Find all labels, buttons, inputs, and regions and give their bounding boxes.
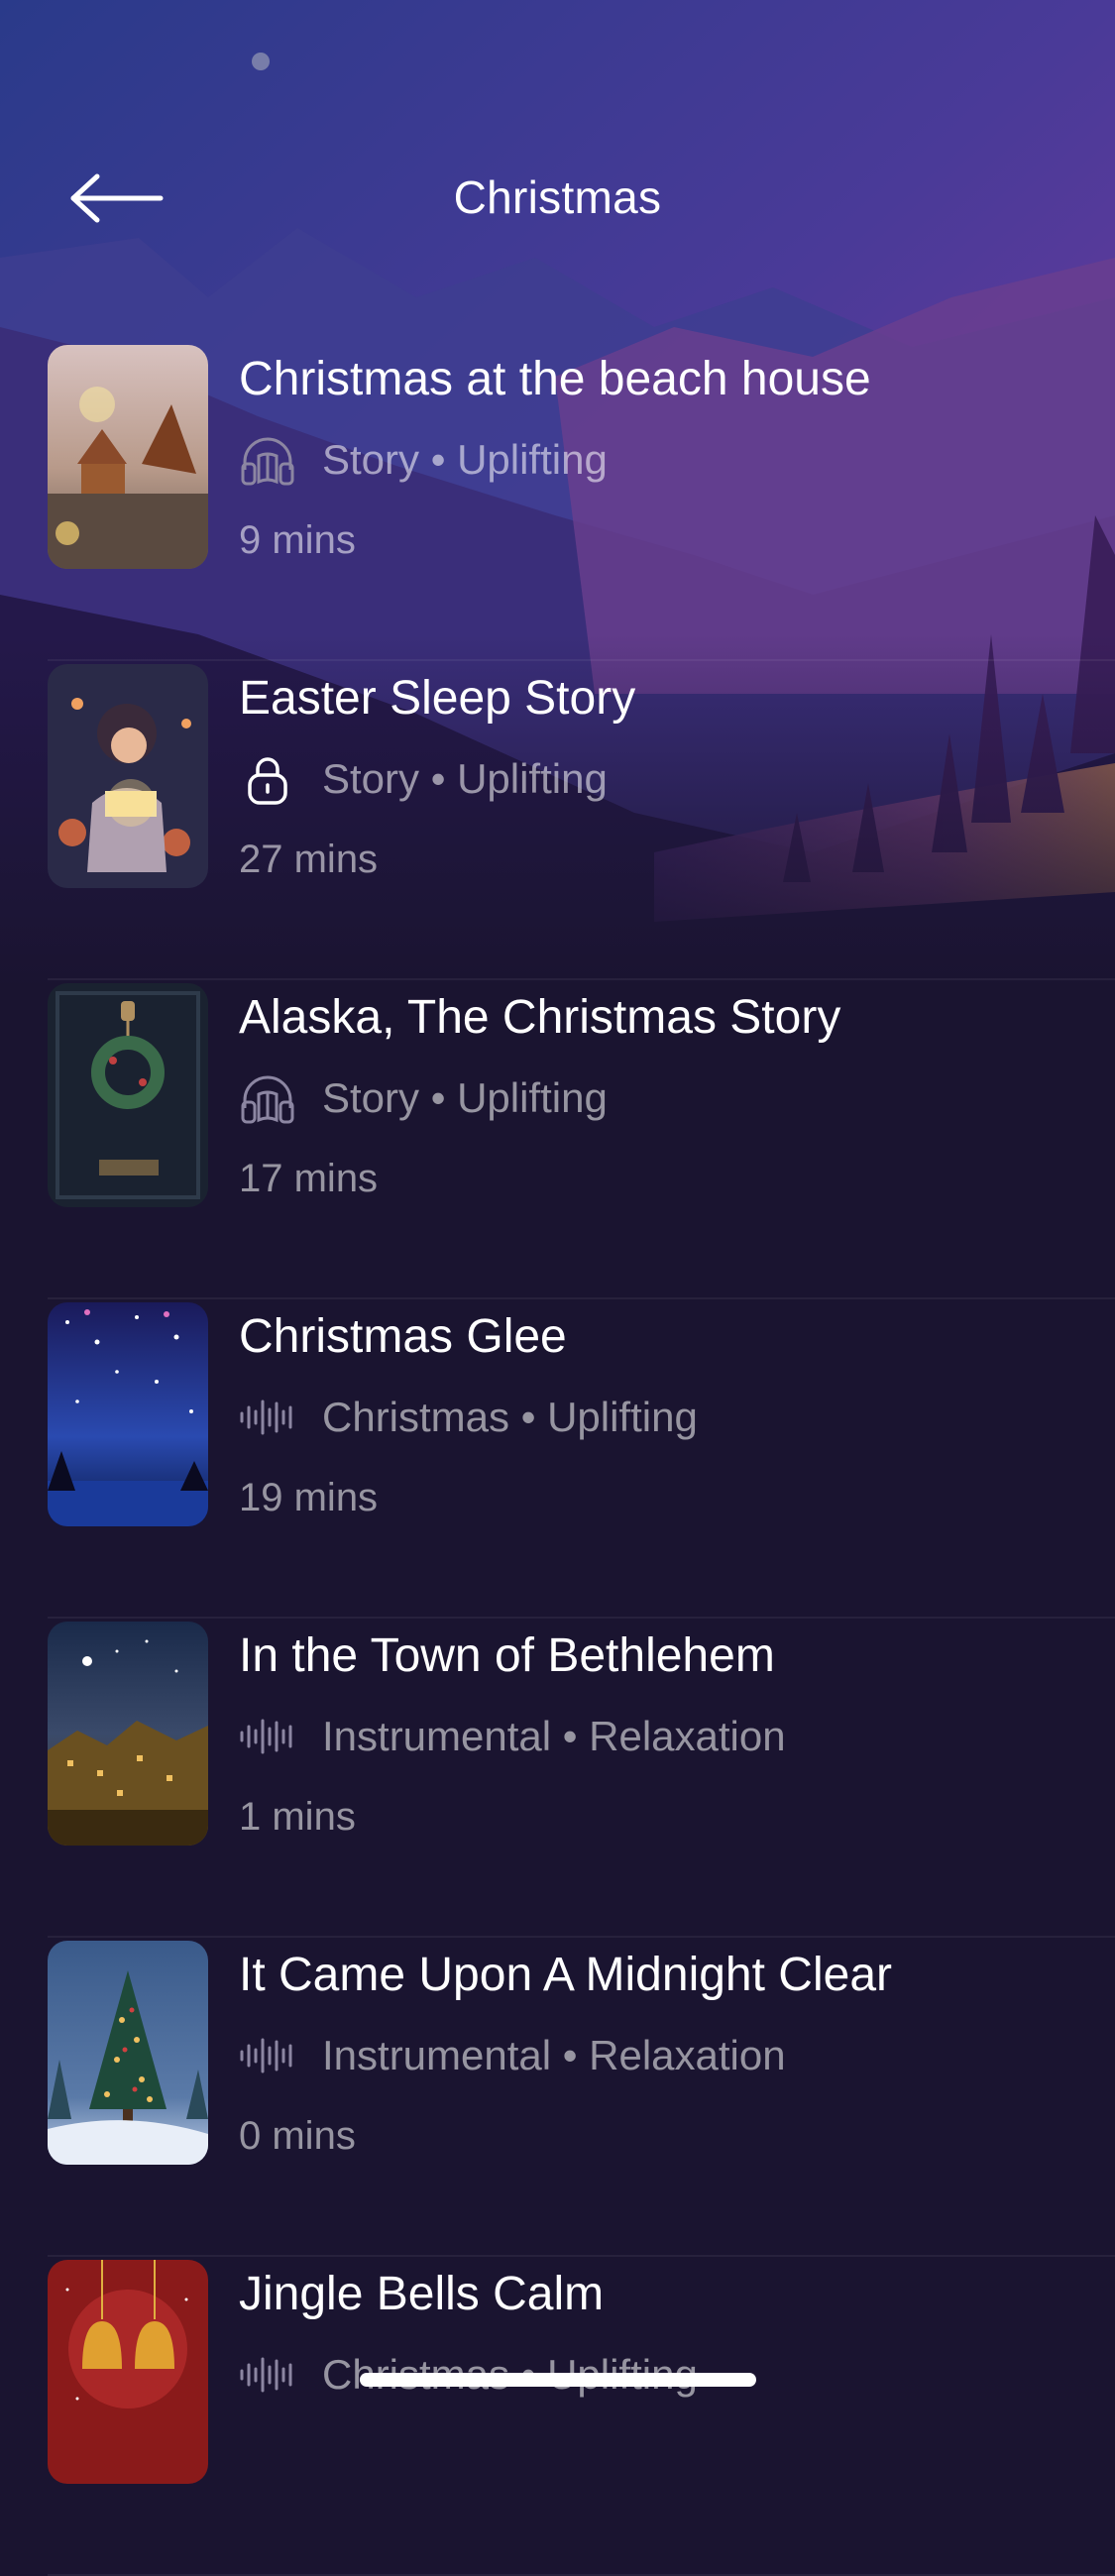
item-meta: Instrumental • Relaxation (239, 1711, 786, 1762)
headphones-icon (241, 1075, 294, 1124)
waveform-icon (240, 2357, 292, 2393)
item-title: Jingle Bells Calm (239, 2268, 605, 2320)
waveform-icon (240, 1400, 292, 1435)
waveform-icon (240, 1719, 292, 1754)
item-meta: Christmas • Uplifting (239, 1392, 698, 1443)
item-duration: 0 mins (239, 2114, 356, 2158)
thumbnail-bethlehem-night (48, 1622, 208, 1846)
list-item[interactable]: Easter Sleep Story Story • Uplifting 27 … (0, 661, 1115, 980)
item-meta: Story • Uplifting (239, 434, 608, 486)
thumbnail-wreath-door (48, 983, 208, 1207)
list-item[interactable]: Jingle Bells Calm Christmas • Uplifting (0, 2257, 1115, 2576)
list-item[interactable]: Christmas Glee Christmas • Uplifting 19 … (0, 1299, 1115, 1619)
item-category: Story • Uplifting (322, 436, 608, 483)
thumbnail-starry-lake (48, 1302, 208, 1526)
list-item[interactable]: Christmas at the beach house Story • Upl… (0, 342, 1115, 661)
thumbnail-jingle-bells (48, 2260, 208, 2484)
top-bar: Christmas (0, 139, 1115, 258)
item-category: Instrumental • Relaxation (322, 1713, 786, 1759)
item-category: Story • Uplifting (322, 1074, 608, 1121)
item-title: Easter Sleep Story (239, 672, 636, 725)
item-category: Story • Uplifting (322, 755, 608, 802)
thumbnail-gingerbread-house (48, 345, 208, 569)
headphones-icon (241, 437, 294, 486)
item-duration: 17 mins (239, 1157, 379, 1200)
item-meta: Story • Uplifting (239, 753, 608, 805)
list-item[interactable]: It Came Upon A Midnight Clear Instrument… (0, 1938, 1115, 2257)
item-title: Alaska, The Christmas Story (239, 991, 841, 1044)
item-meta: Instrumental • Relaxation (239, 2030, 786, 2081)
item-title: Christmas Glee (239, 1310, 567, 1363)
item-title: It Came Upon A Midnight Clear (239, 1949, 892, 2001)
item-duration: 27 mins (239, 838, 379, 881)
home-indicator[interactable] (360, 2373, 756, 2387)
item-category: Instrumental • Relaxation (322, 2032, 786, 2078)
item-title: Christmas at the beach house (239, 353, 871, 405)
item-category: Christmas • Uplifting (322, 1394, 698, 1440)
waveform-icon (240, 2038, 292, 2073)
thumbnail-reading-girl (48, 664, 208, 888)
thumbnail-christmas-tree-snow (48, 1941, 208, 2165)
lock-icon (248, 757, 287, 805)
item-title: In the Town of Bethlehem (239, 1629, 775, 1682)
item-duration: 9 mins (239, 518, 356, 562)
list-item[interactable]: Alaska, The Christmas Story Story • Upli… (0, 980, 1115, 1299)
track-list: Christmas at the beach house Story • Upl… (0, 342, 1115, 2576)
item-meta: Story • Uplifting (239, 1072, 608, 1124)
page-title: Christmas (453, 171, 662, 223)
item-duration: 1 mins (239, 1795, 356, 1839)
item-duration: 19 mins (239, 1476, 379, 1519)
list-item[interactable]: In the Town of Bethlehem Instrumental • … (0, 1619, 1115, 1938)
